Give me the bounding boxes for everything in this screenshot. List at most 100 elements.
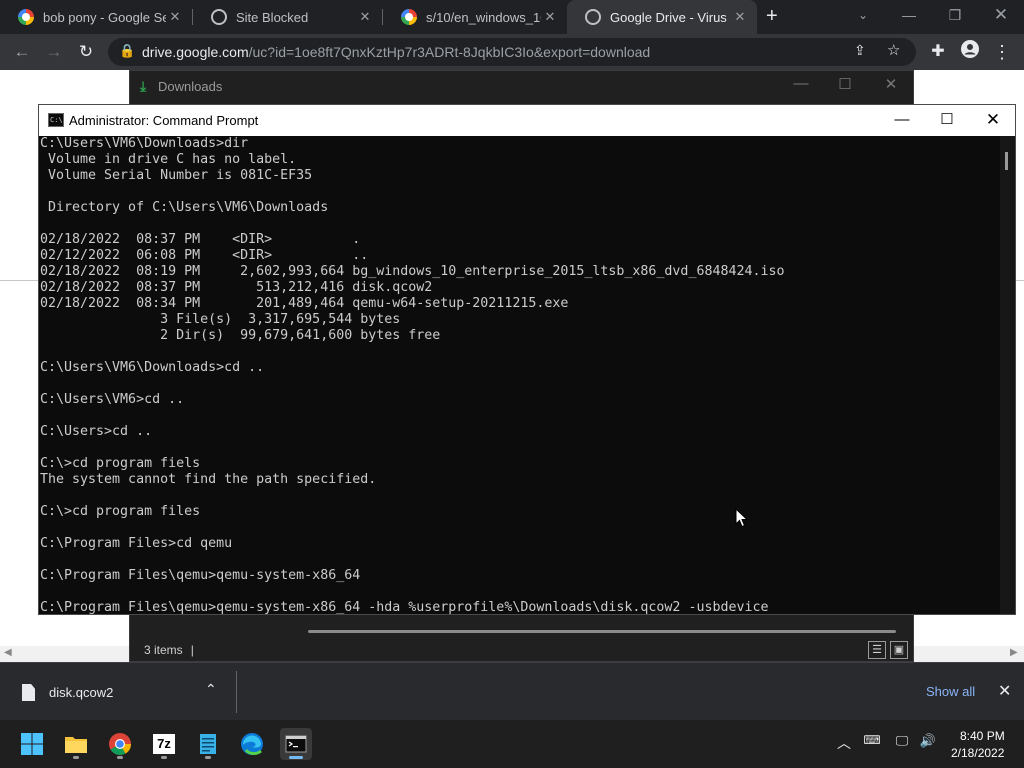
globe-icon [585,9,601,25]
taskbar: 7z ︿ ⌨ 🖵 🔊 8:40 PM 2/18/2022 [0,720,1024,768]
console-line: 02/18/2022 08:19 PM 2,602,993,664 bg_win… [40,264,785,279]
close-icon[interactable]: ✕ [356,9,374,25]
console-line: C:\Program Files\qemu>qemu-system-x86_64… [40,600,769,614]
volume-icon[interactable]: 🔊 [919,733,937,749]
close-icon[interactable]: ✕ [970,105,1016,136]
mouse-cursor-icon [735,508,749,528]
extensions-icon[interactable]: ✚ [926,40,950,64]
console-line: C:\Program Files\qemu>qemu-system-x86_64 [40,568,361,583]
explorer-title: Downloads [158,79,223,94]
maximize-icon[interactable]: ☐ [924,105,970,136]
taskbar-notepad[interactable] [192,728,224,760]
console-line: 02/18/2022 08:34 PM 201,489,464 qemu-w64… [40,296,569,311]
console-line: 02/12/2022 06:08 PM <DIR> .. [40,248,369,263]
tiles-view-icon[interactable]: ▣ [890,641,908,659]
close-icon[interactable]: ✕ [731,9,749,25]
maximize-icon[interactable]: ☐ [822,75,868,93]
cmd-titlebar[interactable]: C:\ Administrator: Command Prompt — ☐ ✕ [39,105,1015,136]
console-line: 3 File(s) 3,317,695,544 bytes [40,312,401,327]
start-button[interactable] [16,728,48,760]
taskbar-command-prompt[interactable] [280,728,312,760]
browser-tab-strip: bob pony - Google Se ✕ Site Blocked ✕ s/… [0,0,1024,34]
lock-icon[interactable]: 🔒 [119,43,135,59]
menu-kebab-icon[interactable]: ⋮ [990,40,1014,64]
clock-date[interactable]: 2/18/2022 [951,746,1004,760]
vertical-scrollbar[interactable] [1000,136,1015,614]
item-count: 3 items [144,643,183,657]
new-tab-button[interactable]: + [766,5,778,28]
download-filename[interactable]: disk.qcow2 [49,685,113,700]
scroll-left-icon[interactable]: ◀ [4,647,12,658]
browser-toolbar: ← → ↻ 🔒 drive.google.com/uc?id=1oe8ft7Qn… [0,34,1024,70]
profile-icon[interactable] [958,40,982,64]
scroll-right-icon[interactable]: ▶ [1010,647,1018,658]
browser-tab-active[interactable]: Google Drive - Virus sc ✕ [567,0,757,34]
address-bar[interactable]: 🔒 drive.google.com/uc?id=1oe8ft7QnxKztHp… [108,38,916,66]
forward-icon[interactable]: → [42,40,66,64]
download-bar: disk.qcow2 ⌃ Show all ✕ [0,662,1024,720]
clock-time[interactable]: 8:40 PM [960,729,1005,743]
console-line: The system cannot find the path specifie… [40,472,377,487]
taskbar-7zip[interactable]: 7z [148,728,180,760]
console-line: C:\>cd program fiels [40,456,201,471]
url-host: drive.google.com [142,44,249,60]
console-line: 02/18/2022 08:37 PM <DIR> . [40,232,361,247]
download-icon: ⤓ [140,78,147,94]
keyboard-icon[interactable]: ⌨ [863,733,881,747]
close-icon[interactable]: ✕ [541,9,559,25]
tab-title: s/10/en_windows_10_e [426,9,541,25]
7zip-icon: 7z [153,734,175,754]
share-icon[interactable]: ⇪ [854,42,866,59]
browser-tab[interactable]: s/10/en_windows_10_e ✕ [383,0,567,34]
minimize-icon[interactable]: — [778,75,824,92]
scrollbar-thumb[interactable] [1005,152,1008,170]
url-path: /uc?id=1oe8ft7QnxKztHp7r3ADRt-8JqkbIC3Io… [248,44,651,60]
restore-icon[interactable]: ❐ [932,0,978,34]
browser-tab[interactable]: bob pony - Google Se ✕ [0,0,192,34]
bookmark-star-icon[interactable]: ☆ [887,41,900,59]
cmd-window[interactable]: C:\ Administrator: Command Prompt — ☐ ✕ … [38,104,1016,615]
minimize-icon[interactable]: — [879,105,925,136]
chevron-up-icon[interactable]: ⌃ [205,681,217,698]
back-icon[interactable]: ← [10,40,34,64]
close-icon[interactable]: ✕ [166,9,184,25]
file-icon [22,684,35,701]
details-view-icon[interactable]: ☰ [868,641,886,659]
network-icon[interactable]: 🖵 [893,733,911,749]
taskbar-chrome[interactable] [104,728,136,760]
horizontal-scrollbar[interactable] [308,630,896,633]
console-line: C:\Users\VM6\Downloads>dir [40,136,249,151]
console-line: C:\Users>cd .. [40,424,153,439]
tab-title: Site Blocked [236,9,309,25]
taskbar-edge[interactable] [236,728,268,760]
taskbar-file-explorer[interactable] [60,728,92,760]
reload-icon[interactable]: ↻ [74,40,98,64]
console-line: C:\Users\VM6>cd .. [40,392,185,407]
minimize-icon[interactable]: — [886,0,932,34]
console-line: 2 Dir(s) 99,679,641,600 bytes free [40,328,441,343]
url-text[interactable]: drive.google.com/uc?id=1oe8ft7QnxKztHp7r… [142,44,650,60]
console-line: C:\Users\VM6\Downloads>cd .. [40,360,265,375]
browser-tab[interactable]: Site Blocked ✕ [193,0,382,34]
show-all-button[interactable]: Show all [926,684,975,699]
console-output[interactable]: C:\Users\VM6\Downloads>dir Volume in dri… [39,136,997,614]
edge-icon [241,733,263,755]
google-icon [401,9,417,25]
console-line: Directory of C:\Users\VM6\Downloads [40,200,329,215]
close-icon[interactable]: ✕ [998,681,1011,701]
close-window-icon[interactable]: ✕ [978,0,1024,34]
start-icon [21,733,43,755]
google-icon [18,9,34,25]
chevron-up-icon[interactable]: ︿ [835,733,853,753]
tab-search-icon[interactable]: ⌄ [840,0,886,34]
close-icon[interactable]: ✕ [868,75,914,93]
console-line: C:\>cd program files [40,504,201,519]
